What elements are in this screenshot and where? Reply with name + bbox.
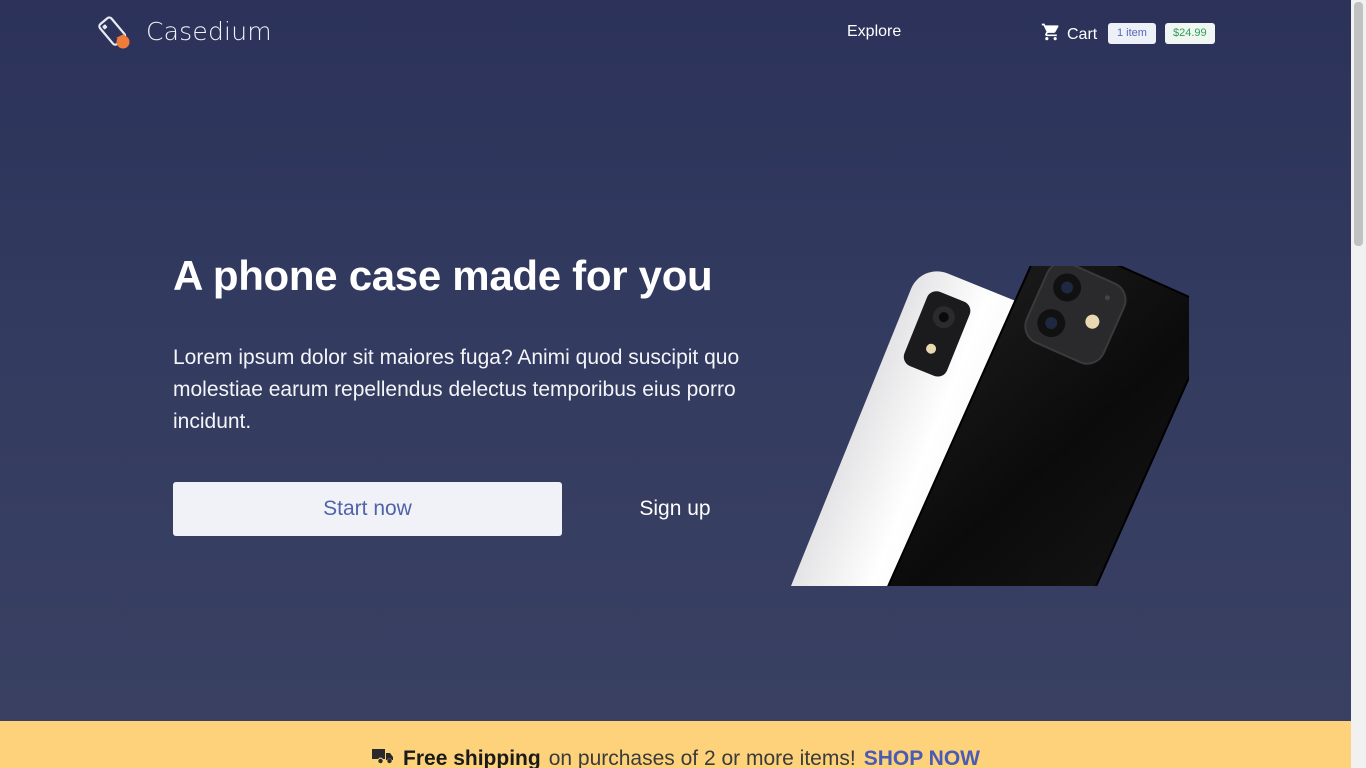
page: Casedium Explore Cart 1 item $24.99 A ph… [0,0,1351,768]
scrollbar-thumb[interactable] [1354,2,1363,246]
vertical-scrollbar[interactable] [1351,0,1366,768]
brand-name: Casedium [146,16,272,46]
phone-case-logo-icon [94,12,134,50]
nav-explore-link[interactable]: Explore [847,23,901,41]
promo-headline: Free shipping [403,747,541,768]
hero-title: A phone case made for you [173,252,713,299]
cart-label: Cart [1067,25,1098,43]
start-now-button[interactable]: Start now [173,482,562,536]
cart-link[interactable]: Cart [1041,22,1097,47]
shopping-cart-icon [1041,22,1061,47]
promo-text: on purchases of 2 or more items! [548,747,856,768]
phone-cases-image [789,266,1189,586]
promo-message: Free shipping on purchases of 2 or more … [371,746,980,768]
truck-icon [371,746,395,768]
site-header: Casedium Explore Cart 1 item $24.99 [0,0,1351,68]
cart-total-badge: $24.99 [1165,23,1215,44]
cart-count-badge: 1 item [1108,23,1156,44]
brand-logo[interactable]: Casedium [94,12,272,50]
hero-description: Lorem ipsum dolor sit maiores fuga? Anim… [173,346,740,433]
promo-bar: Free shipping on purchases of 2 or more … [0,721,1351,768]
sign-up-button[interactable]: Sign up [600,482,750,536]
shop-now-link[interactable]: SHOP NOW [864,747,980,768]
